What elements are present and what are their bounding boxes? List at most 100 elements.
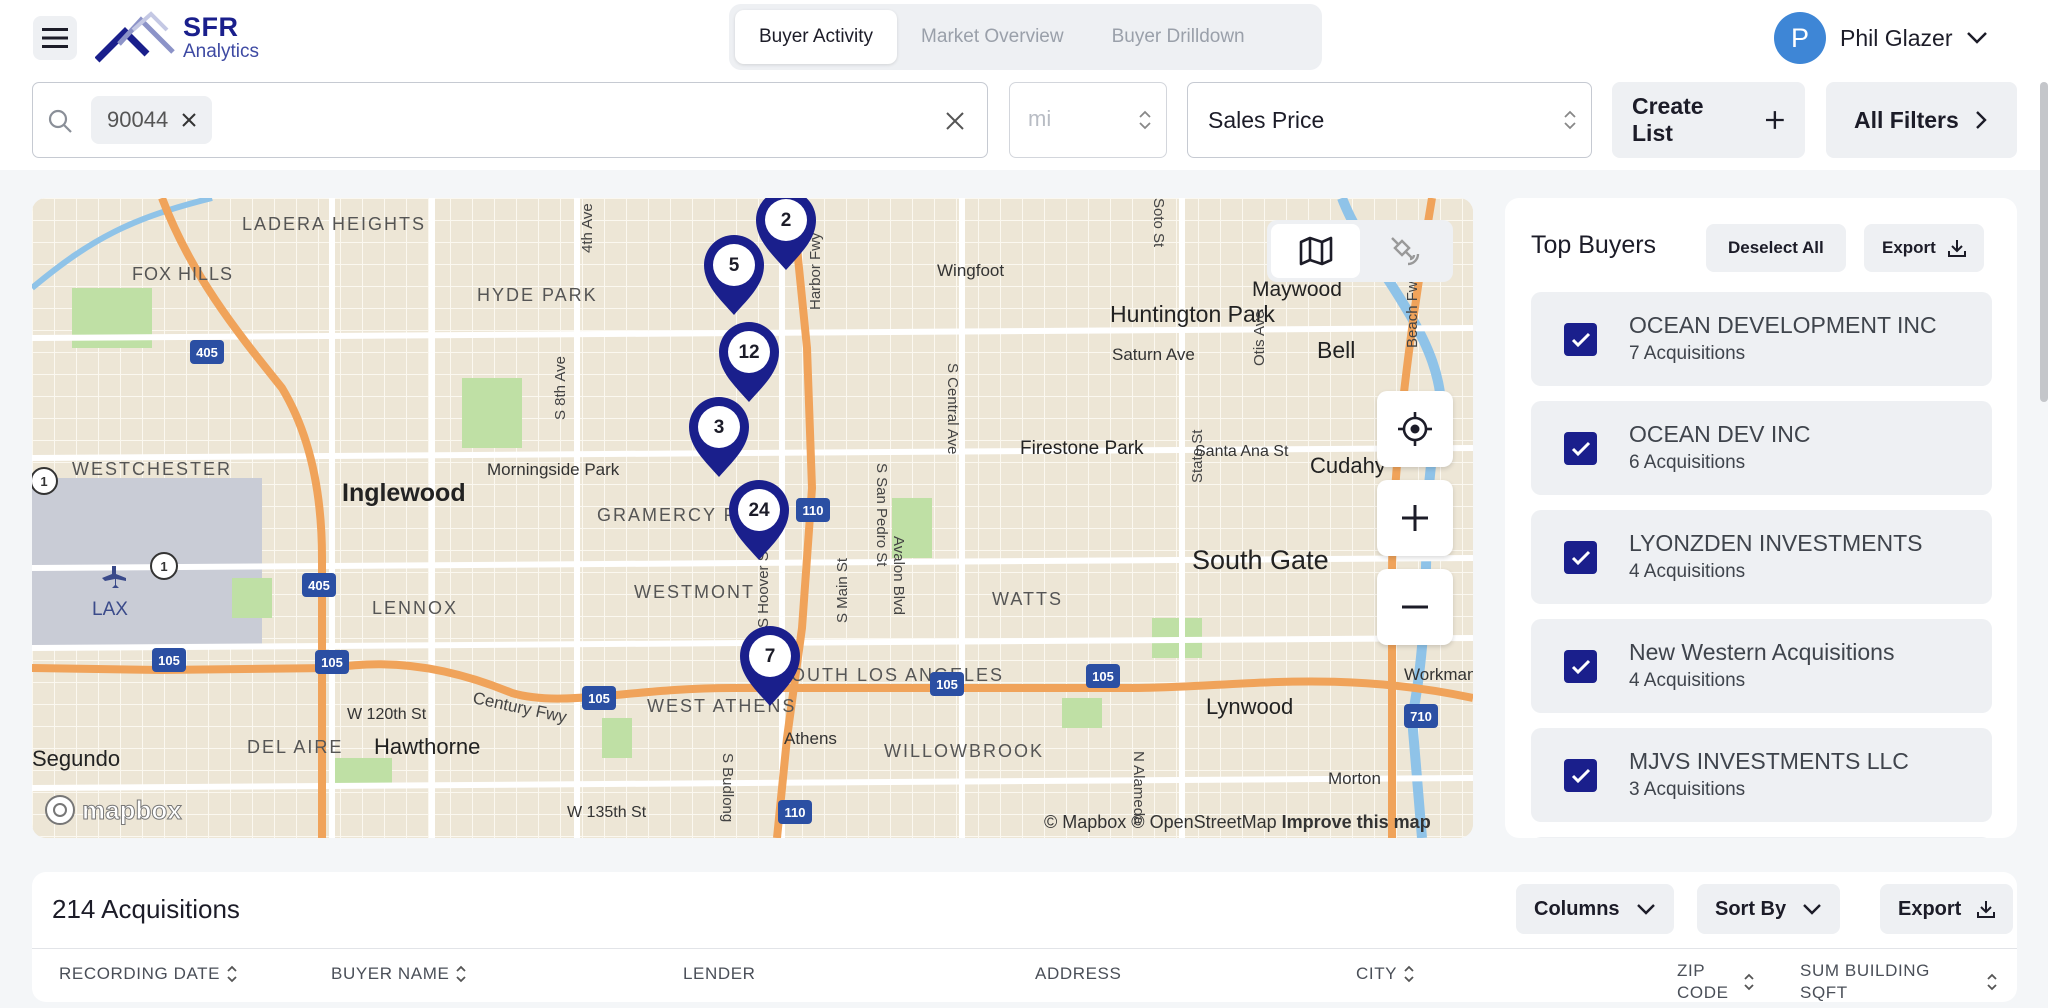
hamburger-icon	[42, 28, 68, 48]
export-table-button[interactable]: Export	[1880, 884, 2014, 934]
buyer-card[interactable]: LYONZDEN INVESTMENTS 4 Acquisitions	[1531, 510, 1992, 604]
buyer-card-partial[interactable]	[1531, 837, 1992, 838]
column-header-zip-code[interactable]: ZIP CODE	[1677, 960, 1787, 1004]
map-label: Otis Ave	[1251, 310, 1268, 366]
map-label: W 120th St	[347, 706, 427, 723]
buyer-card[interactable]: MJVS INVESTMENTS LLC 3 Acquisitions	[1531, 728, 1992, 822]
map-label: S Main St	[834, 557, 851, 623]
menu-button[interactable]	[33, 16, 77, 60]
svg-text:105: 105	[936, 677, 958, 692]
sort-icon	[1404, 965, 1414, 983]
search-input[interactable]: 90044	[32, 82, 988, 158]
mapbox-logo[interactable]: mapbox	[44, 794, 182, 826]
clear-search-button[interactable]	[935, 101, 975, 141]
map-label: Avalon Blvd	[890, 536, 907, 615]
interstate-shield: 105	[930, 672, 964, 696]
map-attribution: © Mapbox © OpenStreetMap Improve this ma…	[1044, 812, 1431, 833]
chevron-down-icon	[1636, 904, 1655, 915]
page-scrollbar[interactable]	[2040, 82, 2048, 402]
tab-buyer-activity[interactable]: Buyer Activity	[735, 10, 898, 64]
sort-icon	[1987, 973, 1997, 991]
zoom-in-button[interactable]	[1377, 480, 1453, 556]
map-label: Morningside Park	[487, 460, 620, 479]
buyer-checkbox[interactable]	[1564, 650, 1597, 683]
buyer-acquisitions: 4 Acquisitions	[1629, 561, 1746, 582]
acquisitions-count-title: 214 Acquisitions	[52, 894, 240, 924]
check-icon	[1571, 332, 1590, 347]
state-route-shield: 1	[32, 467, 58, 495]
app-logo[interactable]: SFR Analytics	[95, 10, 275, 64]
column-header-address[interactable]: ADDRESS	[1035, 964, 1121, 984]
buyer-checkbox[interactable]	[1564, 323, 1597, 356]
marker-count: 3	[714, 417, 725, 438]
sort-icon	[456, 965, 467, 983]
attribution-text[interactable]: © Mapbox © OpenStreetMap	[1044, 812, 1277, 832]
svg-text:405: 405	[196, 345, 218, 360]
all-filters-button[interactable]: All Filters	[1826, 82, 2017, 158]
map-label: S San Pedro St	[873, 463, 890, 567]
locate-button[interactable]	[1377, 391, 1453, 467]
deselect-all-button[interactable]: Deselect All	[1706, 224, 1846, 272]
svg-text:110: 110	[785, 805, 806, 820]
updown-chevron-icon	[1564, 110, 1576, 130]
buyer-name: LYONZDEN INVESTMENTS	[1629, 530, 1923, 556]
column-header-buyer-name[interactable]: BUYER NAME	[331, 964, 467, 984]
map-style-street-button[interactable]	[1271, 224, 1360, 278]
check-icon	[1571, 550, 1590, 565]
zoom-out-button[interactable]	[1377, 569, 1453, 645]
tab-buyer-drilldown[interactable]: Buyer Drilldown	[1088, 10, 1269, 64]
map-icon	[1299, 236, 1332, 266]
svg-text:110: 110	[803, 503, 824, 518]
tab-market-overview[interactable]: Market Overview	[897, 10, 1088, 64]
map-label: LAX	[92, 599, 128, 620]
map-label: WATTS	[992, 589, 1063, 609]
search-icon	[48, 109, 72, 133]
crosshair-icon	[1398, 412, 1432, 446]
map-style-satellite-button[interactable]	[1360, 224, 1449, 278]
improve-map-link[interactable]: Improve this map	[1282, 812, 1431, 832]
map-label: Lynwood	[1206, 694, 1293, 719]
deselect-all-label: Deselect All	[1728, 238, 1824, 257]
sort-icon	[227, 965, 237, 983]
buyer-name: OCEAN DEV INC	[1629, 421, 1811, 447]
avatar: P	[1774, 12, 1826, 64]
chip-close-icon[interactable]	[182, 113, 196, 127]
map-label: Segundo	[32, 746, 120, 771]
buyer-checkbox[interactable]	[1564, 432, 1597, 465]
column-header-recording-date[interactable]: RECORDING DATE	[59, 964, 238, 984]
buyer-card[interactable]: OCEAN DEV INC 6 Acquisitions	[1531, 401, 1992, 495]
chevron-down-icon	[1967, 32, 1988, 44]
check-icon	[1571, 441, 1590, 456]
column-header-label: BUYER NAME	[331, 964, 450, 983]
buyer-card[interactable]: New Western Acquisitions 4 Acquisitions	[1531, 619, 1992, 713]
column-header-label: LENDER	[683, 964, 756, 983]
map-label: S Central Ave	[944, 363, 961, 454]
map-label: Athens	[784, 729, 837, 748]
map-label: WESTCHESTER	[72, 459, 232, 479]
column-header-label: RECORDING DATE	[59, 964, 221, 983]
sort-by-button[interactable]: Sort By	[1697, 884, 1841, 934]
buyer-checkbox[interactable]	[1564, 759, 1597, 792]
buyer-checkbox[interactable]	[1564, 541, 1597, 574]
map-view[interactable]: LADERA HEIGHTS FOX HILLS HYDE PARK WESTC…	[32, 198, 1473, 838]
map-label: W 135th St	[567, 804, 647, 821]
map-label: LENNOX	[372, 598, 458, 618]
export-buyers-button[interactable]: Export	[1864, 224, 1984, 272]
radius-unit-select[interactable]: mi	[1009, 82, 1167, 158]
map-label: S Budlong	[719, 753, 736, 822]
create-list-button[interactable]: Create List	[1612, 82, 1805, 158]
columns-button[interactable]: Columns	[1516, 884, 1674, 934]
buyer-card[interactable]: OCEAN DEVELOPMENT INC 7 Acquisitions	[1531, 292, 1992, 386]
metric-select[interactable]: Sales Price	[1187, 82, 1592, 158]
zip-chip[interactable]: 90044	[91, 96, 213, 144]
column-header-sum-building-sqft[interactable]: SUM BUILDING SQFT	[1800, 960, 2010, 1004]
zip-chip-label: 90044	[107, 107, 169, 132]
create-list-label: Create List	[1632, 93, 1704, 146]
map-label: LADERA HEIGHTS	[242, 214, 426, 234]
column-header-city[interactable]: CITY	[1356, 964, 1415, 984]
map-canvas[interactable]: LADERA HEIGHTS FOX HILLS HYDE PARK WESTC…	[32, 198, 1473, 838]
map-label: WESTMONT	[634, 582, 755, 602]
view-tabs: Buyer Activity Market Overview Buyer Dri…	[729, 4, 1322, 70]
column-header-lender[interactable]: LENDER	[683, 964, 756, 984]
user-menu[interactable]: P Phil Glazer	[1774, 10, 1988, 66]
